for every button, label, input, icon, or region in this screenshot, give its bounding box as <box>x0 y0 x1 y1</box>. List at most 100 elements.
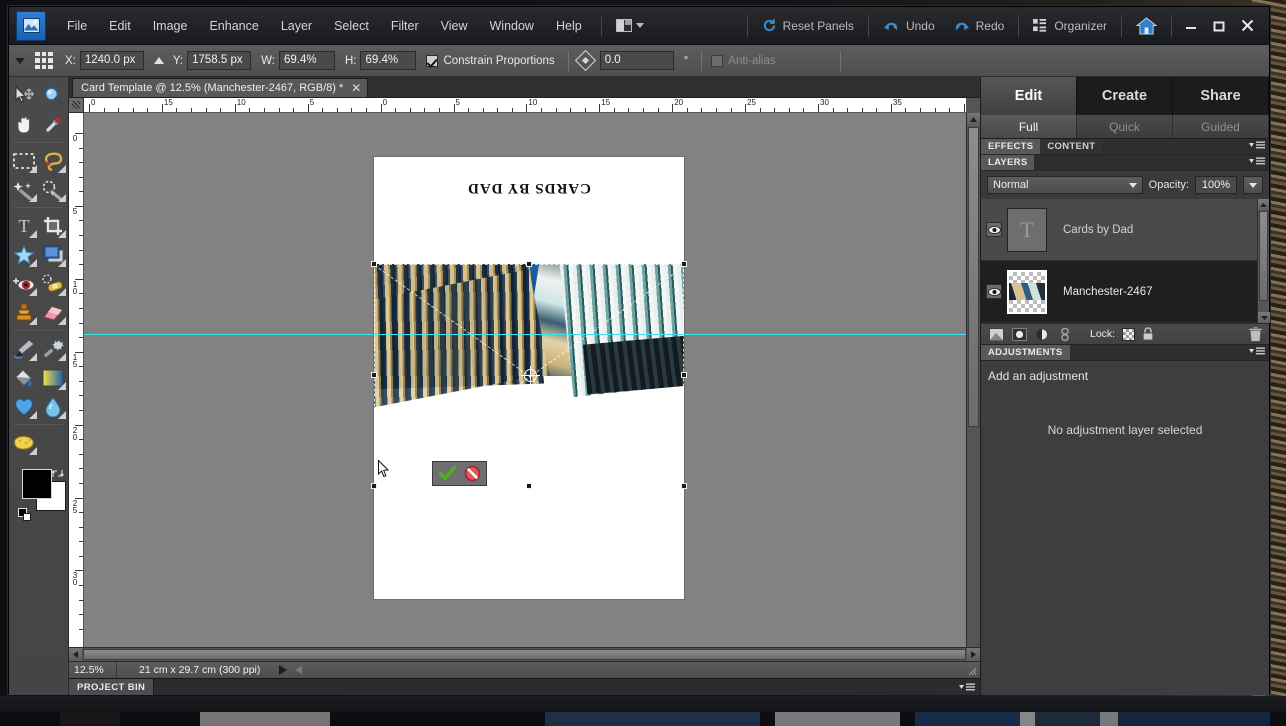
transform-bounding-box[interactable] <box>371 261 687 489</box>
type-tool[interactable]: T <box>9 211 39 240</box>
transform-center-point[interactable] <box>521 366 540 385</box>
scroll-right-arrow-icon[interactable] <box>967 648 980 661</box>
menu-item-layer[interactable]: Layer <box>270 14 323 38</box>
y-input[interactable]: 1758.5 px <box>187 51 252 70</box>
transform-handle-bottom-center[interactable] <box>526 483 532 489</box>
zoom-level-field[interactable]: 12.5% <box>69 662 117 678</box>
tab-edit[interactable]: Edit <box>981 77 1077 115</box>
lasso-tool[interactable] <box>39 146 69 175</box>
horizontal-guide-line[interactable] <box>84 334 980 335</box>
tab-share[interactable]: Share <box>1173 77 1269 115</box>
menu-item-image[interactable]: Image <box>142 14 199 38</box>
menu-item-help[interactable]: Help <box>545 14 593 38</box>
menu-item-window[interactable]: Window <box>479 14 545 38</box>
tab-full[interactable]: Full <box>981 115 1077 138</box>
brush-tool[interactable] <box>9 334 39 363</box>
magic-wand-tool[interactable] <box>9 175 39 204</box>
commit-checkmark-icon[interactable] <box>437 464 457 483</box>
tab-effects[interactable]: EFFECTS <box>981 139 1041 154</box>
scroll-down-arrow-icon[interactable] <box>1258 312 1270 323</box>
constrain-proportions-checkbox[interactable]: Constrain Proportions <box>426 54 558 67</box>
layers-scroll-thumb[interactable] <box>1259 211 1268 301</box>
ruler-corner[interactable] <box>69 98 84 113</box>
tab-quick[interactable]: Quick <box>1077 115 1173 138</box>
red-eye-removal-tool[interactable] <box>9 269 39 298</box>
transform-handle-top-left[interactable] <box>371 261 377 267</box>
rectangular-marquee-tool[interactable] <box>9 146 39 175</box>
menu-item-filter[interactable]: Filter <box>380 14 430 38</box>
undo-button[interactable]: Undo <box>874 14 944 37</box>
chevron-down-icon[interactable] <box>15 57 25 64</box>
home-button[interactable] <box>1127 13 1166 39</box>
opacity-dropdown-button[interactable] <box>1243 176 1263 194</box>
reset-panels-button[interactable]: Reset Panels <box>753 14 863 37</box>
new-layer-icon[interactable] <box>988 327 1004 341</box>
blend-mode-select[interactable]: Normal <box>987 176 1143 194</box>
transform-handle-middle-right[interactable] <box>681 372 687 378</box>
panel-title-adjustments[interactable]: ADJUSTMENTS <box>981 345 1070 360</box>
opacity-input[interactable]: 100% <box>1195 176 1237 194</box>
paint-bucket-tool[interactable] <box>9 363 39 392</box>
width-input[interactable]: 69.4% <box>278 51 335 70</box>
canvas-horizontal-scrollbar[interactable] <box>69 647 980 661</box>
tab-guided[interactable]: Guided <box>1173 115 1269 138</box>
sponge-tool[interactable] <box>9 428 39 457</box>
default-colors-icon[interactable] <box>18 508 31 521</box>
cancel-circle-icon[interactable] <box>462 464 482 483</box>
panel-title-layers[interactable]: LAYERS <box>981 155 1035 170</box>
menu-item-edit[interactable]: Edit <box>98 14 142 38</box>
close-button[interactable] <box>1233 14 1261 38</box>
cookie-cutter-tool[interactable] <box>9 240 39 269</box>
layer-thumbnail-icon[interactable] <box>1007 269 1047 314</box>
organizer-button[interactable]: Organizer <box>1024 15 1116 37</box>
panel-menu-icon[interactable] <box>1249 141 1265 150</box>
blur-tool[interactable] <box>39 392 69 421</box>
foreground-color-swatch[interactable] <box>22 469 52 499</box>
transform-handle-top-center[interactable] <box>526 261 532 267</box>
straighten-tool[interactable] <box>39 240 69 269</box>
swap-colors-icon[interactable] <box>51 467 64 480</box>
panel-layout-button[interactable] <box>610 16 650 35</box>
layer-mask-icon[interactable] <box>1011 327 1027 341</box>
crop-tool[interactable] <box>39 211 69 240</box>
eraser-tool[interactable] <box>39 298 69 327</box>
trash-can-icon[interactable] <box>1249 326 1262 342</box>
document-page[interactable]: CARDS BY DAD <box>371 157 687 599</box>
quick-selection-tool[interactable] <box>39 175 69 204</box>
minimize-button[interactable] <box>1177 14 1205 38</box>
layer-visibility-toggle[interactable] <box>981 284 1007 299</box>
document-tab[interactable]: Card Template @ 12.5% (Manchester-2467, … <box>72 78 369 97</box>
lock-padlock-icon[interactable] <box>1142 327 1154 341</box>
status-left-arrow-icon[interactable] <box>292 664 305 677</box>
hand-tool[interactable] <box>9 110 39 139</box>
panel-menu-icon[interactable] <box>959 683 975 692</box>
panel-menu-icon[interactable] <box>1249 157 1265 166</box>
adjustment-layer-icon[interactable] <box>1034 327 1050 341</box>
scroll-left-arrow-icon[interactable] <box>69 648 82 661</box>
anti-alias-checkbox[interactable]: Anti-alias <box>711 54 779 67</box>
horizontal-ruler[interactable]: 015105051015202530354 <box>84 98 966 113</box>
menu-item-enhance[interactable]: Enhance <box>198 14 269 38</box>
eyedropper-tool[interactable] <box>39 110 69 139</box>
transform-handle-bottom-right[interactable] <box>681 483 687 489</box>
scroll-up-arrow-icon[interactable] <box>1258 199 1269 210</box>
layers-scrollbar[interactable] <box>1257 199 1270 323</box>
layer-row-cards-by-dad[interactable]: T Cards by Dad <box>981 199 1269 261</box>
panel-menu-icon[interactable] <box>1249 347 1265 356</box>
clone-stamp-tool[interactable] <box>9 298 39 327</box>
tab-content[interactable]: CONTENT <box>1040 139 1103 154</box>
horizontal-scroll-thumb[interactable] <box>83 649 966 660</box>
scroll-up-arrow-icon[interactable] <box>967 113 980 126</box>
angle-input[interactable]: 0.0 <box>599 51 674 70</box>
transform-handle-top-right[interactable] <box>681 261 687 267</box>
layer-row-manchester-2467[interactable]: Manchester-2467 <box>981 261 1269 323</box>
canvas-viewport[interactable]: CARDS BY DAD <box>84 113 980 647</box>
gradient-tool[interactable] <box>39 363 69 392</box>
canvas-vertical-scrollbar[interactable] <box>966 113 980 647</box>
lock-transparent-pixels-icon[interactable] <box>1122 327 1136 341</box>
play-triangle-icon[interactable] <box>276 664 289 677</box>
zoom-tool[interactable] <box>39 81 69 110</box>
menu-item-file[interactable]: File <box>56 14 98 38</box>
layer-visibility-toggle[interactable] <box>981 222 1007 237</box>
project-bin-tab[interactable]: PROJECT BIN <box>69 679 155 695</box>
